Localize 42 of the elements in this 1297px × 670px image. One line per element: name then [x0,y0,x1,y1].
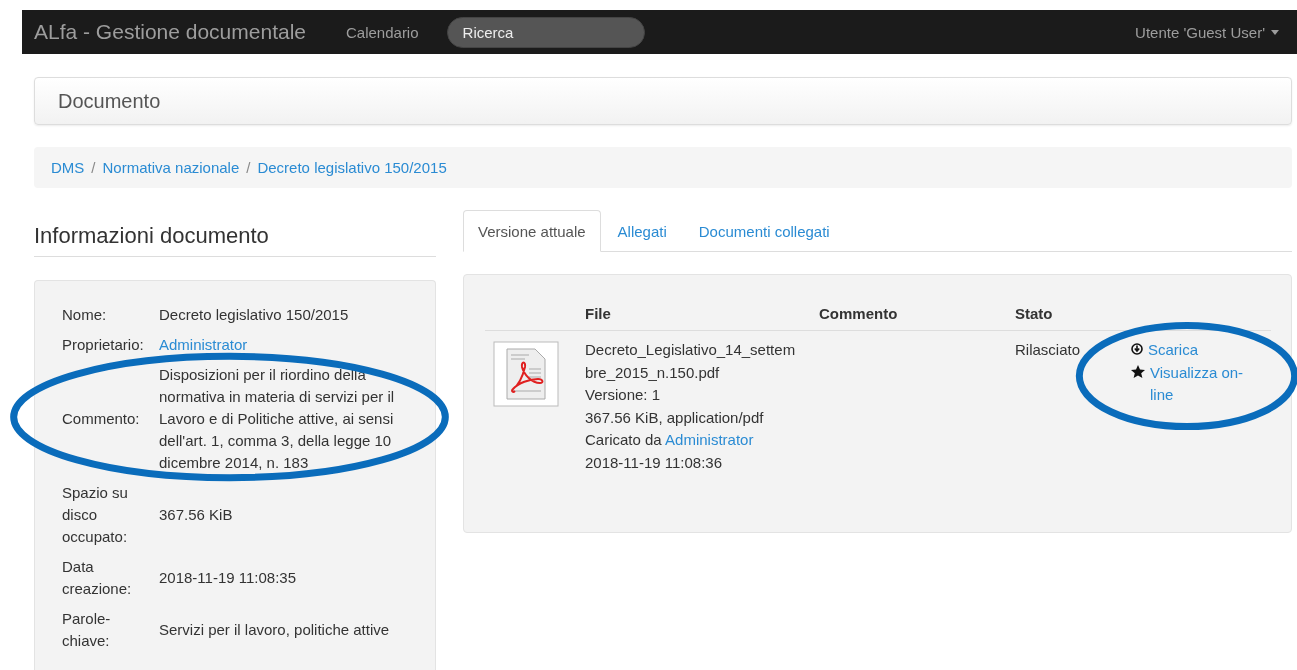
owner-link[interactable]: Administrator [159,334,425,356]
field-label: Proprietario: [62,335,145,355]
star-icon [1131,364,1145,378]
field-value: 2018-11-19 11:08:35 [159,568,298,588]
column-header: Commento [809,297,1005,331]
status-text: Rilasciato [1015,341,1081,358]
version-text: Versione: 1 [585,385,662,405]
page-header: Documento [34,77,1292,125]
field-value: Servizi per il lavoro, politiche attive [159,620,391,640]
file-name: Decreto_Legislativo_14_settembre_2015_n.150.pdf [585,340,797,383]
field-value: 367.56 KiB [159,505,234,525]
field-label: Commento: [62,409,141,429]
app-title[interactable]: ALfa - Gestione documentale [34,20,306,44]
field-label: Parole-chiave: [62,609,112,651]
uploaded-label: Caricato da [585,431,662,448]
field-label: Spazio su disco occupato: [62,483,129,547]
breadcrumb-separator: / [245,159,252,176]
download-icon [1131,343,1143,355]
tab[interactable]: Allegati [602,210,682,252]
breadcrumb-link[interactable]: Decreto legislativo 150/2015 [257,159,447,176]
field-value: Disposizioni per il riordino della normativa in materia di servizi per il Lavoro e di Politiche attive, ai sensi dell'art. 1, comma 3, della legge 10 dicembre 2014, n. 183 [159,365,396,473]
section-title: Informazioni documento [34,210,436,257]
action-link[interactable]: Scarica [1131,339,1259,362]
user-menu[interactable]: Utente 'Guest User' [1135,23,1279,41]
column-header: Stato [1005,297,1121,331]
field-label: Nome: [62,305,108,325]
pdf-file-icon [493,341,559,407]
field-label: Data creazione: [62,557,133,599]
breadcrumb-link[interactable]: Normativa nazionale [102,159,240,176]
upload-date: 2018-11-19 11:08:36 [585,452,724,473]
field-value: Decreto legislativo 150/2015 [159,305,350,325]
action-link[interactable]: Visualizza on-line [1131,361,1259,407]
tab[interactable]: Documenti collegati [683,210,845,252]
column-header: File [575,297,809,331]
uploader-link[interactable]: Administrator [665,431,754,448]
file-size: 367.56 KiB, application/pdf [585,407,765,428]
search-field[interactable]: Ricerca [446,16,645,48]
nav-link[interactable]: Calendario [346,23,419,41]
breadcrumb-separator: / [90,159,97,176]
breadcrumb-link[interactable]: DMS [51,159,85,176]
caret-icon [1271,29,1279,35]
tab[interactable]: Versione attuale [463,210,601,252]
